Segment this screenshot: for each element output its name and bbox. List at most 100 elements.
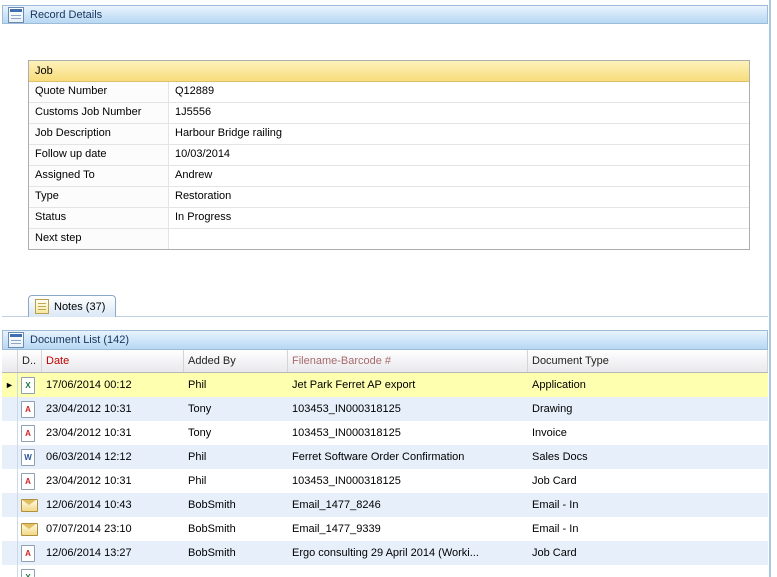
document-type-cell: Sales Docs [532,451,588,463]
excel-file-icon: X [21,568,35,577]
job-field-row: Next step [29,229,749,249]
pdf-file-icon: A [21,472,35,490]
job-field-label: Job Description [29,124,169,144]
file-type-cell [18,517,42,541]
job-field-value[interactable]: Q12889 [169,82,749,102]
date-cell: 06/03/2014 12:12 [46,451,132,463]
document-type-cell: Job Card [532,475,577,487]
job-field-value[interactable]: 10/03/2014 [169,145,749,165]
email-file-icon [21,498,38,512]
job-field-value[interactable]: Harbour Bridge railing [169,124,749,144]
date-cell: 07/07/2014 23:10 [46,523,132,535]
date-cell: 23/04/2012 10:31 [46,403,132,415]
added-by-column-header[interactable]: Added By [184,350,288,372]
document-type-cell: Application [532,379,586,391]
job-field-label: Status [29,208,169,228]
job-field-label: Follow up date [29,145,169,165]
document-row[interactable]: A 23/04/2012 10:31 Phil 103453_IN000318125 J… [2,469,768,493]
added-by-cell: Phil [188,379,207,391]
job-field-value[interactable]: Restoration [169,187,749,207]
notes-tab-label: Notes (37) [54,300,106,313]
job-panel: Job Quote Number Q12889 Customs Job Number… [28,60,750,250]
row-selector [2,445,18,469]
filename-cell: 103453_IN000318125 [292,403,401,415]
job-field-value[interactable]: Andrew [169,166,749,186]
date-cell [42,565,184,577]
date-cell: 23/04/2012 10:31 [46,427,132,439]
date-cell: 12/06/2014 13:27 [46,547,132,559]
job-fields: Quote Number Q12889 Customs Job Number 1J55… [29,82,749,249]
tab-strip-divider [2,316,768,317]
document-row[interactable]: X [2,565,768,577]
file-type-cell: W [18,445,42,469]
filename-cell [288,565,528,577]
date-cell: 23/04/2012 10:31 [46,475,132,487]
document-row[interactable]: A 12/06/2014 13:27 BobSmith Ergo consulting… [2,541,768,565]
filename-cell: 103453_IN000318125 [292,475,401,487]
email-file-icon [21,522,38,536]
document-row[interactable]: 07/07/2014 23:10 BobSmith Email_1477_9339 E… [2,517,768,541]
record-details-header[interactable]: Record Details [2,5,768,24]
pdf-file-icon: A [21,544,35,562]
pdf-file-icon: A [21,400,35,418]
row-selector [2,565,18,577]
document-type-cell: Email - In [532,499,579,511]
excel-file-icon: X [21,376,35,394]
document-type-cell: Drawing [532,403,573,415]
file-type-cell: A [18,469,42,493]
document-table: D.. Date Added By Filename-Barcode # Documen… [2,350,768,577]
filename-cell: Email_1477_9339 [292,523,381,535]
document-table-header: D.. Date Added By Filename-Barcode # Documen… [2,350,768,373]
job-field-row: Assigned To Andrew [29,166,749,187]
date-cell: 12/06/2014 10:43 [46,499,132,511]
pdf-file-icon: A [21,424,35,442]
document-row[interactable]: 12/06/2014 10:43 BobSmith Email_1477_8246 E… [2,493,768,517]
document-type-cell [528,565,768,577]
document-row[interactable]: ► X 17/06/2014 00:12 Phil Jet Park Ferret AP… [2,373,768,397]
date-cell: 17/06/2014 00:12 [46,379,132,391]
job-field-row: Job Description Harbour Bridge railing [29,124,749,145]
added-by-cell: BobSmith [188,547,236,559]
job-field-label: Next step [29,229,169,249]
document-type-cell: Email - In [532,523,579,535]
selector-column-header [2,350,18,372]
added-by-cell [184,565,288,577]
document-row[interactable]: A 23/04/2012 10:31 Tony 103453_IN000318125 D… [2,397,768,421]
job-field-row: Customs Job Number 1J5556 [29,103,749,124]
job-field-label: Assigned To [29,166,169,186]
added-by-cell: Phil [188,451,207,463]
document-list-header[interactable]: Document List (142) [2,330,768,350]
job-field-row: Quote Number Q12889 [29,82,749,103]
job-field-value[interactable]: 1J5556 [169,103,749,123]
job-field-label: Type [29,187,169,207]
date-column-header[interactable]: Date [42,350,184,372]
document-type-column-header[interactable]: Document Type [528,350,768,372]
file-type-cell: A [18,397,42,421]
row-selector [2,541,18,565]
record-details-icon [8,6,24,23]
document-type-cell: Job Card [532,547,577,559]
app-window: Record Details Job Quote Number Q12889 Cus… [0,0,777,577]
file-type-cell: A [18,541,42,565]
job-field-value[interactable] [169,229,749,249]
document-row[interactable]: A 23/04/2012 10:31 Tony 103453_IN000318125 I… [2,421,768,445]
notes-icon [35,299,49,314]
row-selector [2,397,18,421]
job-section-header: Job [29,61,749,82]
filename-cell: 103453_IN000318125 [292,427,401,439]
job-field-value[interactable]: In Progress [169,208,749,228]
document-type-cell: Invoice [532,427,567,439]
tab-notes[interactable]: Notes (37) [28,295,117,317]
added-by-cell: BobSmith [188,499,236,511]
document-row[interactable]: W 06/03/2014 12:12 Phil Ferret Software Ord… [2,445,768,469]
added-by-cell: Tony [188,403,212,415]
icon-column-header[interactable]: D.. [18,350,42,372]
document-list-icon [8,332,24,348]
word-file-icon: W [21,448,35,466]
filename-cell: Ferret Software Order Confirmation [292,451,465,463]
filename-cell: Email_1477_8246 [292,499,381,511]
row-selector [2,469,18,493]
file-type-cell: X [18,565,42,577]
filename-column-header[interactable]: Filename-Barcode # [288,350,528,372]
job-field-label: Quote Number [29,82,169,102]
